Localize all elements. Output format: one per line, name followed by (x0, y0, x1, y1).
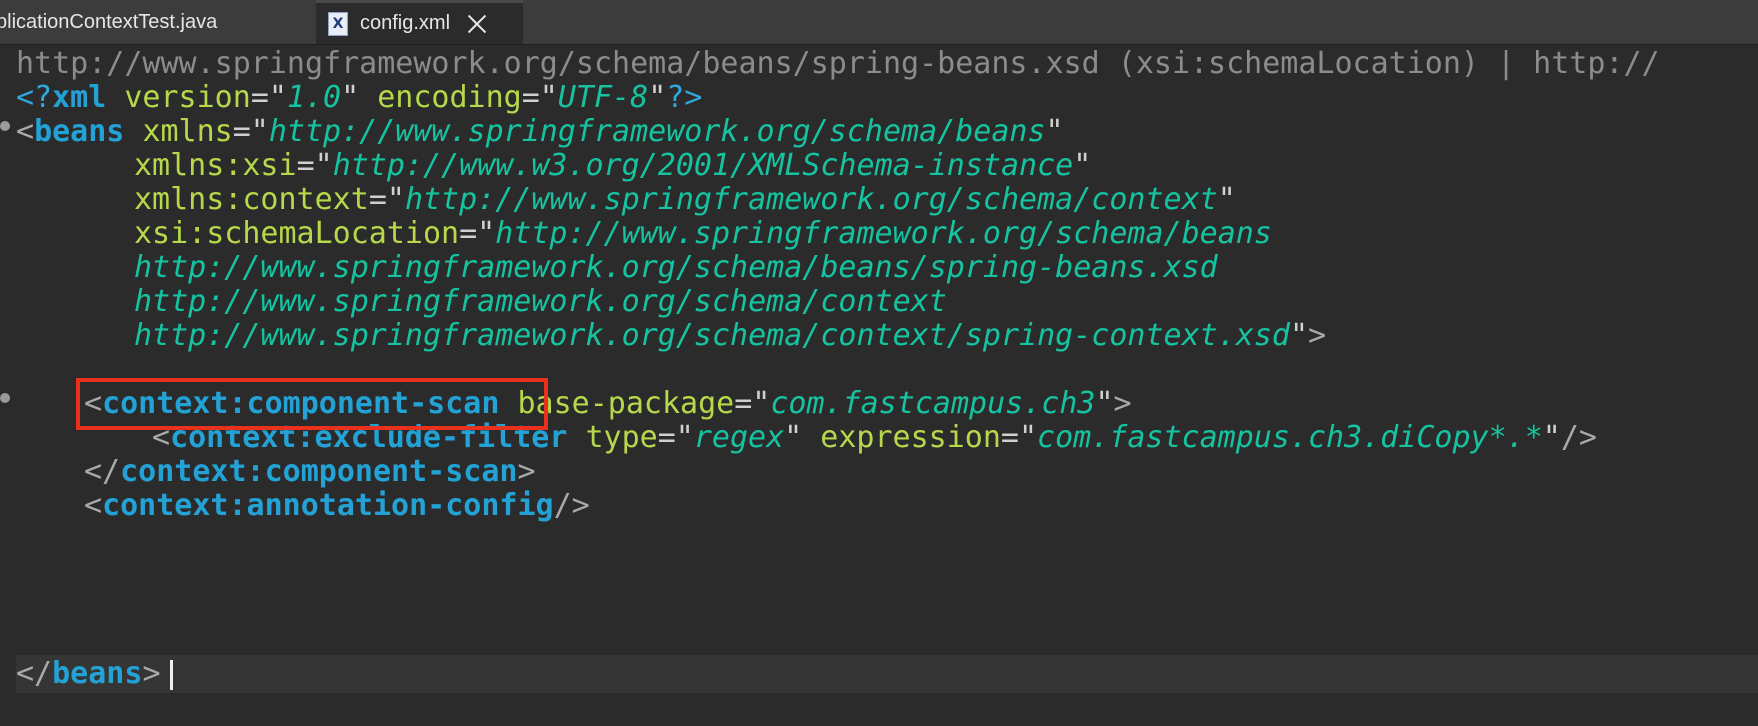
code-line-7: http://www.springframework.org/schema/co… (134, 284, 947, 319)
code-line-3: xmlns:xsi="http://www.w3.org/2001/XMLSch… (134, 148, 1092, 183)
tab-label: config.xml (360, 12, 451, 34)
xml-file-icon: X (328, 11, 348, 36)
tab-application-context-test[interactable]: plicationContextTest.java (0, 0, 316, 44)
code-line-4: xmlns:context="http://www.springframewor… (134, 182, 1236, 217)
current-line-highlight (16, 655, 1758, 693)
tab-label: plicationContextTest.java (0, 10, 218, 33)
annotation-highlight-box (76, 378, 548, 430)
code-editor[interactable]: http://www.springframework.org/schema/be… (0, 45, 1758, 726)
editor-tab-bar: plicationContextTest.java X config.xml (0, 0, 1758, 45)
code-line-6: http://www.springframework.org/schema/be… (134, 250, 1218, 285)
schema-location-hint: http://www.springframework.org/schema/be… (16, 46, 1660, 81)
fold-toggle-icon[interactable] (0, 393, 10, 403)
code-line-1: <?xml version="1.0" encoding="UTF-8"?> (16, 80, 703, 115)
code-line-5: xsi:schemaLocation="http://www.springfra… (134, 216, 1272, 251)
text-cursor (170, 660, 173, 690)
code-line-12: </context:component-scan> (84, 454, 536, 489)
close-icon[interactable] (466, 13, 488, 35)
code-line-8: http://www.springframework.org/schema/co… (134, 318, 1327, 353)
code-line-2: <beans xmlns="http://www.springframework… (16, 114, 1064, 149)
code-line-13: <context:annotation-config/> (84, 488, 590, 523)
tab-config-xml[interactable]: X config.xml (316, 0, 523, 44)
code-line-17: </beans> (16, 656, 161, 691)
fold-toggle-icon[interactable] (0, 121, 10, 131)
